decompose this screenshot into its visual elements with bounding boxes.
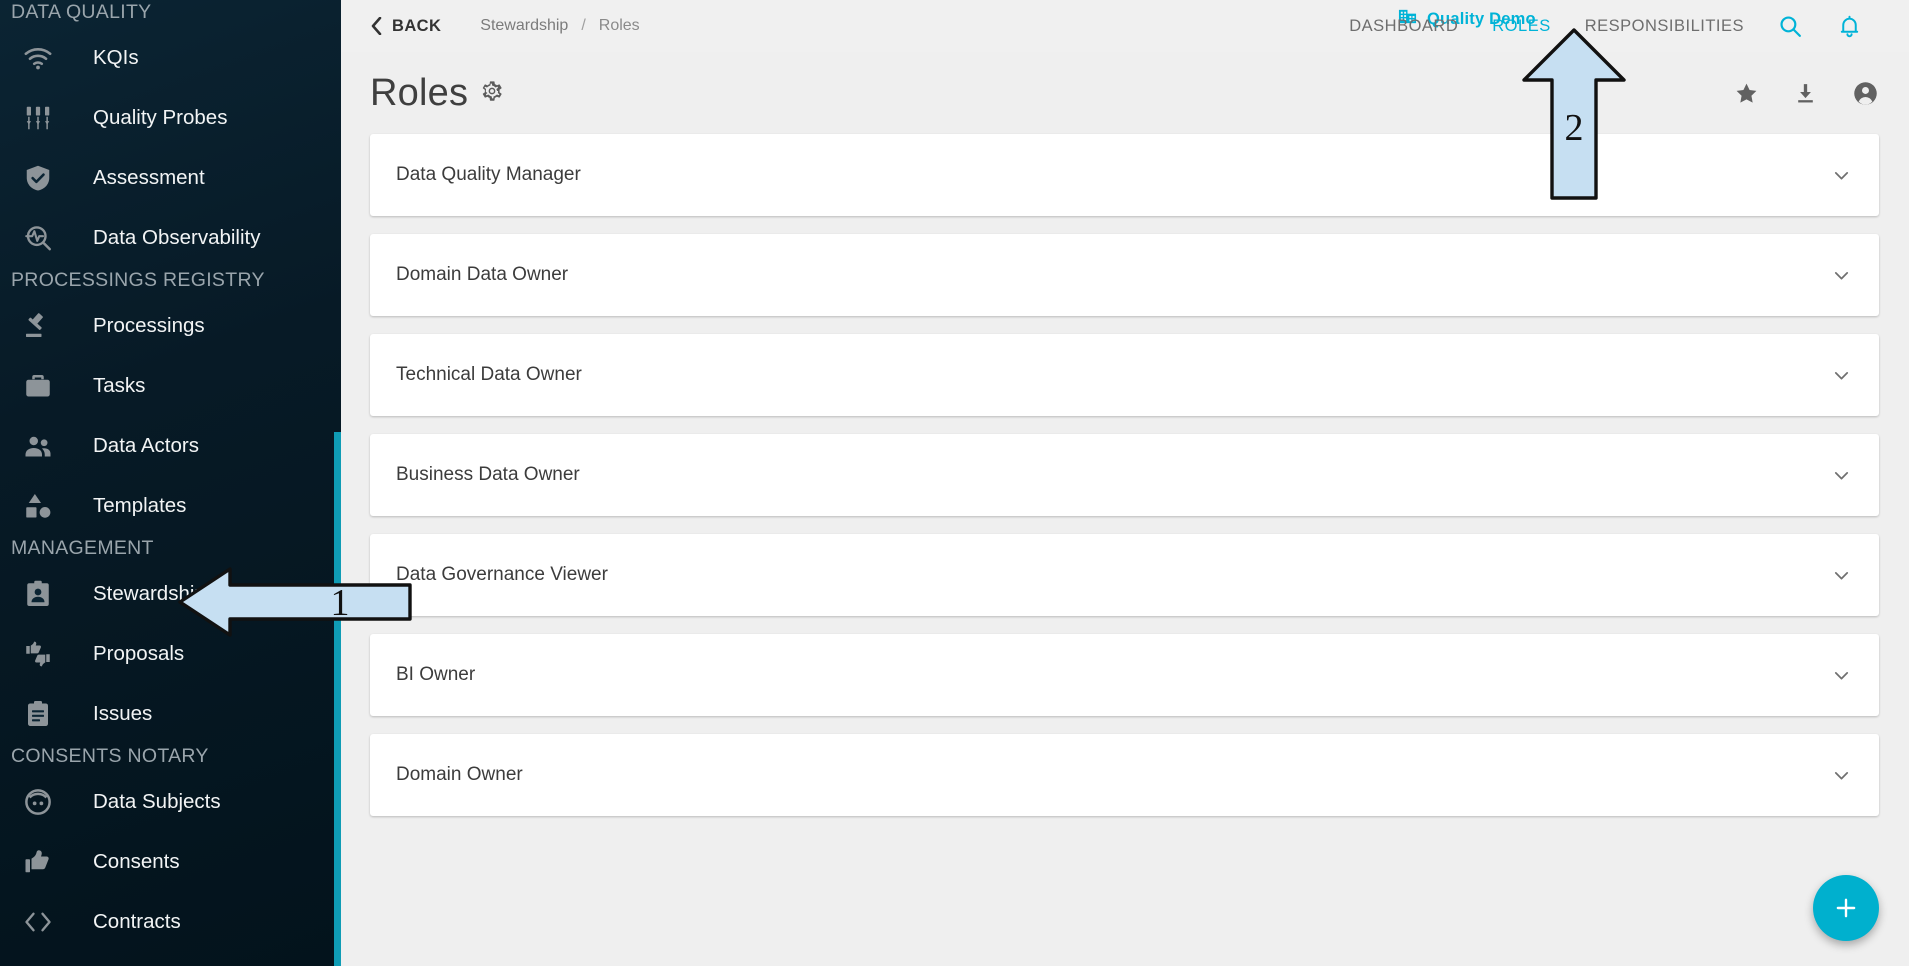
breadcrumb-separator: /	[581, 17, 586, 34]
role-name: Technical Data Owner	[396, 364, 582, 385]
role-name: Data Governance Viewer	[396, 564, 608, 585]
role-name: Domain Data Owner	[396, 264, 569, 285]
sidebar-item-label: Consents	[93, 850, 180, 873]
chevron-down-icon[interactable]	[1831, 365, 1852, 386]
sidebar-item-data-subjects[interactable]: Data Subjects	[0, 772, 341, 832]
code-brackets-icon	[11, 907, 65, 937]
sidebar-item-label: Tasks	[93, 374, 146, 397]
chevron-down-icon[interactable]	[1831, 665, 1852, 686]
add-role-button[interactable]	[1813, 875, 1879, 941]
thumb-up-icon	[11, 847, 65, 877]
sidebar-item-label: Data Subjects	[93, 790, 221, 813]
sidebar-item-consents[interactable]: Consents	[0, 832, 341, 892]
chevron-left-icon	[370, 17, 383, 35]
gear-icon[interactable]	[481, 80, 503, 106]
role-card[interactable]: Domain Data Owner	[370, 234, 1879, 316]
chevron-down-icon[interactable]	[1831, 565, 1852, 586]
sidebar-item-tasks[interactable]: Tasks	[0, 356, 341, 416]
role-card[interactable]: Data Quality Manager	[370, 134, 1879, 216]
badge-icon	[11, 579, 65, 609]
sidebar-item-label: Contracts	[93, 910, 181, 933]
sidebar-group-title: PROCESSINGS REGISTRY	[11, 269, 265, 291]
sliders-icon	[11, 103, 65, 133]
sidebar-item-proposals[interactable]: Proposals	[0, 624, 341, 684]
favorite-icon[interactable]	[1734, 81, 1759, 106]
plus-icon	[1836, 898, 1856, 918]
sidebar-item-label: Proposals	[93, 642, 185, 665]
chevron-down-icon[interactable]	[1831, 765, 1852, 786]
sidebar-item-label: Stewardship	[93, 582, 206, 605]
sidebar-item-label: Assessment	[93, 166, 205, 189]
sidebar-item-issues[interactable]: Issues	[0, 684, 341, 744]
nav-link-responsibilities[interactable]: RESPONSIBILITIES	[1568, 17, 1761, 36]
sidebar-item-assessment[interactable]: Assessment	[0, 148, 341, 208]
face-icon	[11, 787, 65, 817]
role-card[interactable]: Domain Owner	[370, 734, 1879, 816]
chevron-down-icon[interactable]	[1831, 165, 1852, 186]
sidebar-group-title: MANAGEMENT	[11, 537, 154, 559]
sidebar-item-kqis[interactable]: KQIs	[0, 28, 341, 88]
sidebar-item-data-observability[interactable]: Data Observability	[0, 208, 341, 268]
page-title-row: Roles	[341, 52, 1909, 134]
sidebar-nav-groups: DATA QUALITY KQIs Quality Probes Assessment…	[0, 0, 341, 952]
shapes-icon	[11, 491, 65, 521]
thumbs-updown-icon	[11, 639, 65, 669]
chevron-down-icon[interactable]	[1831, 465, 1852, 486]
sidebar-item-label: Data Actors	[93, 434, 199, 457]
chevron-down-icon[interactable]	[1831, 265, 1852, 286]
sidebar-item-label: Processings	[93, 314, 205, 337]
sidebar-item-label: KQIs	[93, 46, 139, 69]
sidebar-item-processings[interactable]: Processings	[0, 296, 341, 356]
gavel-icon	[11, 311, 65, 341]
briefcase-icon	[11, 371, 65, 401]
sidebar: DATA QUALITY KQIs Quality Probes Assessment…	[0, 0, 341, 966]
search-pulse-icon	[11, 223, 65, 253]
role-name: Business Data Owner	[396, 464, 580, 485]
roles-list: Data Quality Manager Domain Data Owner Tec…	[341, 134, 1909, 816]
role-name: Data Quality Manager	[396, 164, 581, 185]
page-actions	[1734, 80, 1879, 107]
role-card[interactable]: Business Data Owner	[370, 434, 1879, 516]
sidebar-item-label: Issues	[93, 702, 153, 725]
sidebar-item-label: Quality Probes	[93, 106, 228, 129]
account-icon[interactable]	[1852, 80, 1879, 107]
download-icon[interactable]	[1793, 81, 1818, 106]
role-name: Domain Owner	[396, 764, 523, 785]
sidebar-item-stewardship[interactable]: Stewardship	[0, 564, 341, 624]
role-name: BI Owner	[396, 664, 476, 685]
sidebar-active-accent-bar	[334, 432, 341, 966]
breadcrumb: Stewardship / Roles	[480, 17, 639, 35]
search-icon[interactable]	[1761, 14, 1820, 39]
shield-check-icon	[11, 163, 65, 193]
back-button[interactable]: BACK	[370, 17, 441, 36]
sidebar-item-quality-probes[interactable]: Quality Probes	[0, 88, 341, 148]
breadcrumb-current: Roles	[598, 17, 640, 34]
clipboard-icon	[11, 699, 65, 729]
bell-icon[interactable]	[1820, 14, 1879, 39]
role-card[interactable]: Technical Data Owner	[370, 334, 1879, 416]
sidebar-item-data-actors[interactable]: Data Actors	[0, 416, 341, 476]
page-title: Roles	[370, 71, 469, 114]
role-card[interactable]: BI Owner	[370, 634, 1879, 716]
back-label: BACK	[392, 16, 442, 35]
top-navigation: DASHBOARD ROLES RESPONSIBILITIES	[1332, 0, 1909, 52]
app-root: DATA QUALITY KQIs Quality Probes Assessment…	[0, 0, 1909, 966]
sidebar-item-label: Templates	[93, 494, 187, 517]
top-header: BACK Stewardship / Roles Quality Demo DA…	[341, 0, 1909, 52]
sidebar-group-title: CONSENTS NOTARY	[11, 745, 209, 767]
nav-link-roles[interactable]: ROLES	[1475, 17, 1567, 36]
signal-icon	[11, 43, 65, 73]
sidebar-group-title: DATA QUALITY	[11, 1, 152, 23]
sidebar-item-label: Data Observability	[93, 226, 261, 249]
breadcrumb-parent[interactable]: Stewardship	[480, 17, 568, 35]
nav-link-dashboard[interactable]: DASHBOARD	[1332, 17, 1475, 36]
people-icon	[11, 431, 65, 461]
sidebar-item-templates[interactable]: Templates	[0, 476, 341, 536]
role-card[interactable]: Data Governance Viewer	[370, 534, 1879, 616]
main-content: Roles Data Quality Manager Domain Data Ow…	[341, 52, 1909, 966]
sidebar-item-contracts[interactable]: Contracts	[0, 892, 341, 952]
